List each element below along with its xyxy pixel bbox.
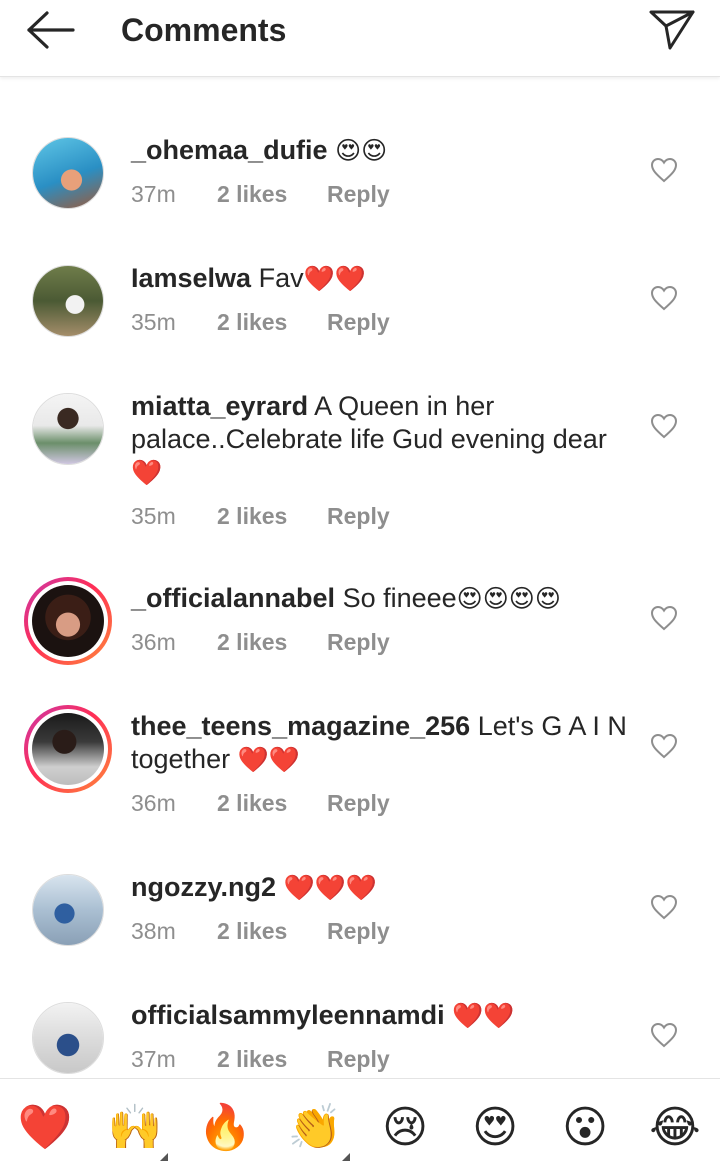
comment-time: 35m [131,503,176,529]
comment-username[interactable]: officialsammyleennamdi [131,1000,445,1030]
emoji-heart-eyes-button[interactable]: 😍 [465,1099,525,1157]
comment-time: 36m [131,629,176,655]
comment-likes[interactable]: 2 likes [217,503,327,530]
comment-username[interactable]: _ohemaa_dufie [131,135,328,165]
comment-likes[interactable]: 2 likes [217,181,327,208]
emoji-quick-reply-bar: ❤️ 🙌 🔥 👏 😢 😍 😮 😂 [0,1078,720,1163]
comment-emojis: ❤️❤️❤️ [283,874,377,902]
emoji-fire-button[interactable]: 🔥 [195,1099,255,1157]
comment-likes[interactable]: 2 likes [217,629,327,656]
emoji-red-heart-button[interactable]: ❤️ [15,1099,75,1157]
comments-list[interactable]: _ohemaa_dufie 😍😍 37m 2 likes Reply Iamse… [0,77,720,1077]
heart-outline-icon [650,413,678,439]
emoji-surprised-face-button[interactable]: 😮 [555,1099,615,1157]
comment-time: 38m [131,918,176,944]
reply-button[interactable]: Reply [327,1046,390,1073]
heart-outline-icon [650,733,678,759]
avatar[interactable] [32,265,104,337]
comment-text: Fav [258,263,304,293]
avatar[interactable] [32,137,104,209]
avatar[interactable] [32,1002,104,1074]
like-comment-button[interactable] [649,155,679,185]
reply-button[interactable]: Reply [327,181,390,208]
comment-likes[interactable]: 2 likes [217,309,327,336]
skin-tone-indicator-icon [342,1153,350,1161]
comment-username[interactable]: ngozzy.ng2 [131,872,276,902]
comment-likes[interactable]: 2 likes [217,918,327,945]
heart-outline-icon [650,1022,678,1048]
comment-text: So fineee [342,583,457,613]
comment-time: 37m [131,1046,176,1072]
like-comment-button[interactable] [649,892,679,922]
emoji-laughing-tears-button[interactable]: 😂 [645,1099,705,1157]
comment-emojis: ❤️ [131,459,163,487]
page-title: Comments [121,12,287,48]
direct-message-button[interactable] [646,6,698,54]
like-comment-button[interactable] [649,603,679,633]
like-comment-button[interactable] [649,1020,679,1050]
like-comment-button[interactable] [649,411,679,441]
comment-username[interactable]: Iamselwa [131,263,251,293]
like-comment-button[interactable] [649,283,679,313]
comment-username[interactable]: _officialannabel [131,583,335,613]
heart-outline-icon [650,285,678,311]
emoji-clapping-hands-button[interactable]: 👏 [285,1099,345,1157]
heart-outline-icon [650,157,678,183]
comment-time: 35m [131,309,176,335]
emoji-raising-hands-button[interactable]: 🙌 [105,1099,165,1157]
comment-emojis: 😍😍😍😍 [456,585,561,613]
reply-button[interactable]: Reply [327,503,390,530]
reply-button[interactable]: Reply [327,309,390,336]
comment-emojis: ❤️❤️ [303,265,366,293]
comment-likes[interactable]: 2 likes [217,1046,327,1073]
comment-time: 37m [131,181,176,207]
back-button[interactable] [18,8,80,52]
reply-button[interactable]: Reply [327,790,390,817]
avatar[interactable] [32,393,104,465]
back-arrow-icon [27,11,75,49]
emoji-crying-face-button[interactable]: 😢 [375,1099,435,1157]
avatar-with-story-ring[interactable] [24,705,112,793]
comment-emojis: ❤️❤️ [452,1002,515,1030]
comment-emojis: ❤️❤️ [237,746,300,774]
top-app-bar: Comments [0,0,720,77]
paper-plane-icon [649,10,695,50]
heart-outline-icon [650,894,678,920]
comment-emojis: 😍😍 [335,137,388,165]
reply-button[interactable]: Reply [327,629,390,656]
comment-username[interactable]: miatta_eyrard [131,391,308,421]
comment-time: 36m [131,790,176,816]
like-comment-button[interactable] [649,731,679,761]
skin-tone-indicator-icon [160,1153,168,1161]
heart-outline-icon [650,605,678,631]
avatar[interactable] [32,874,104,946]
reply-button[interactable]: Reply [327,918,390,945]
comment-likes[interactable]: 2 likes [217,790,327,817]
comment-username[interactable]: thee_teens_magazine_256 [131,711,470,741]
avatar-with-story-ring[interactable] [24,577,112,665]
